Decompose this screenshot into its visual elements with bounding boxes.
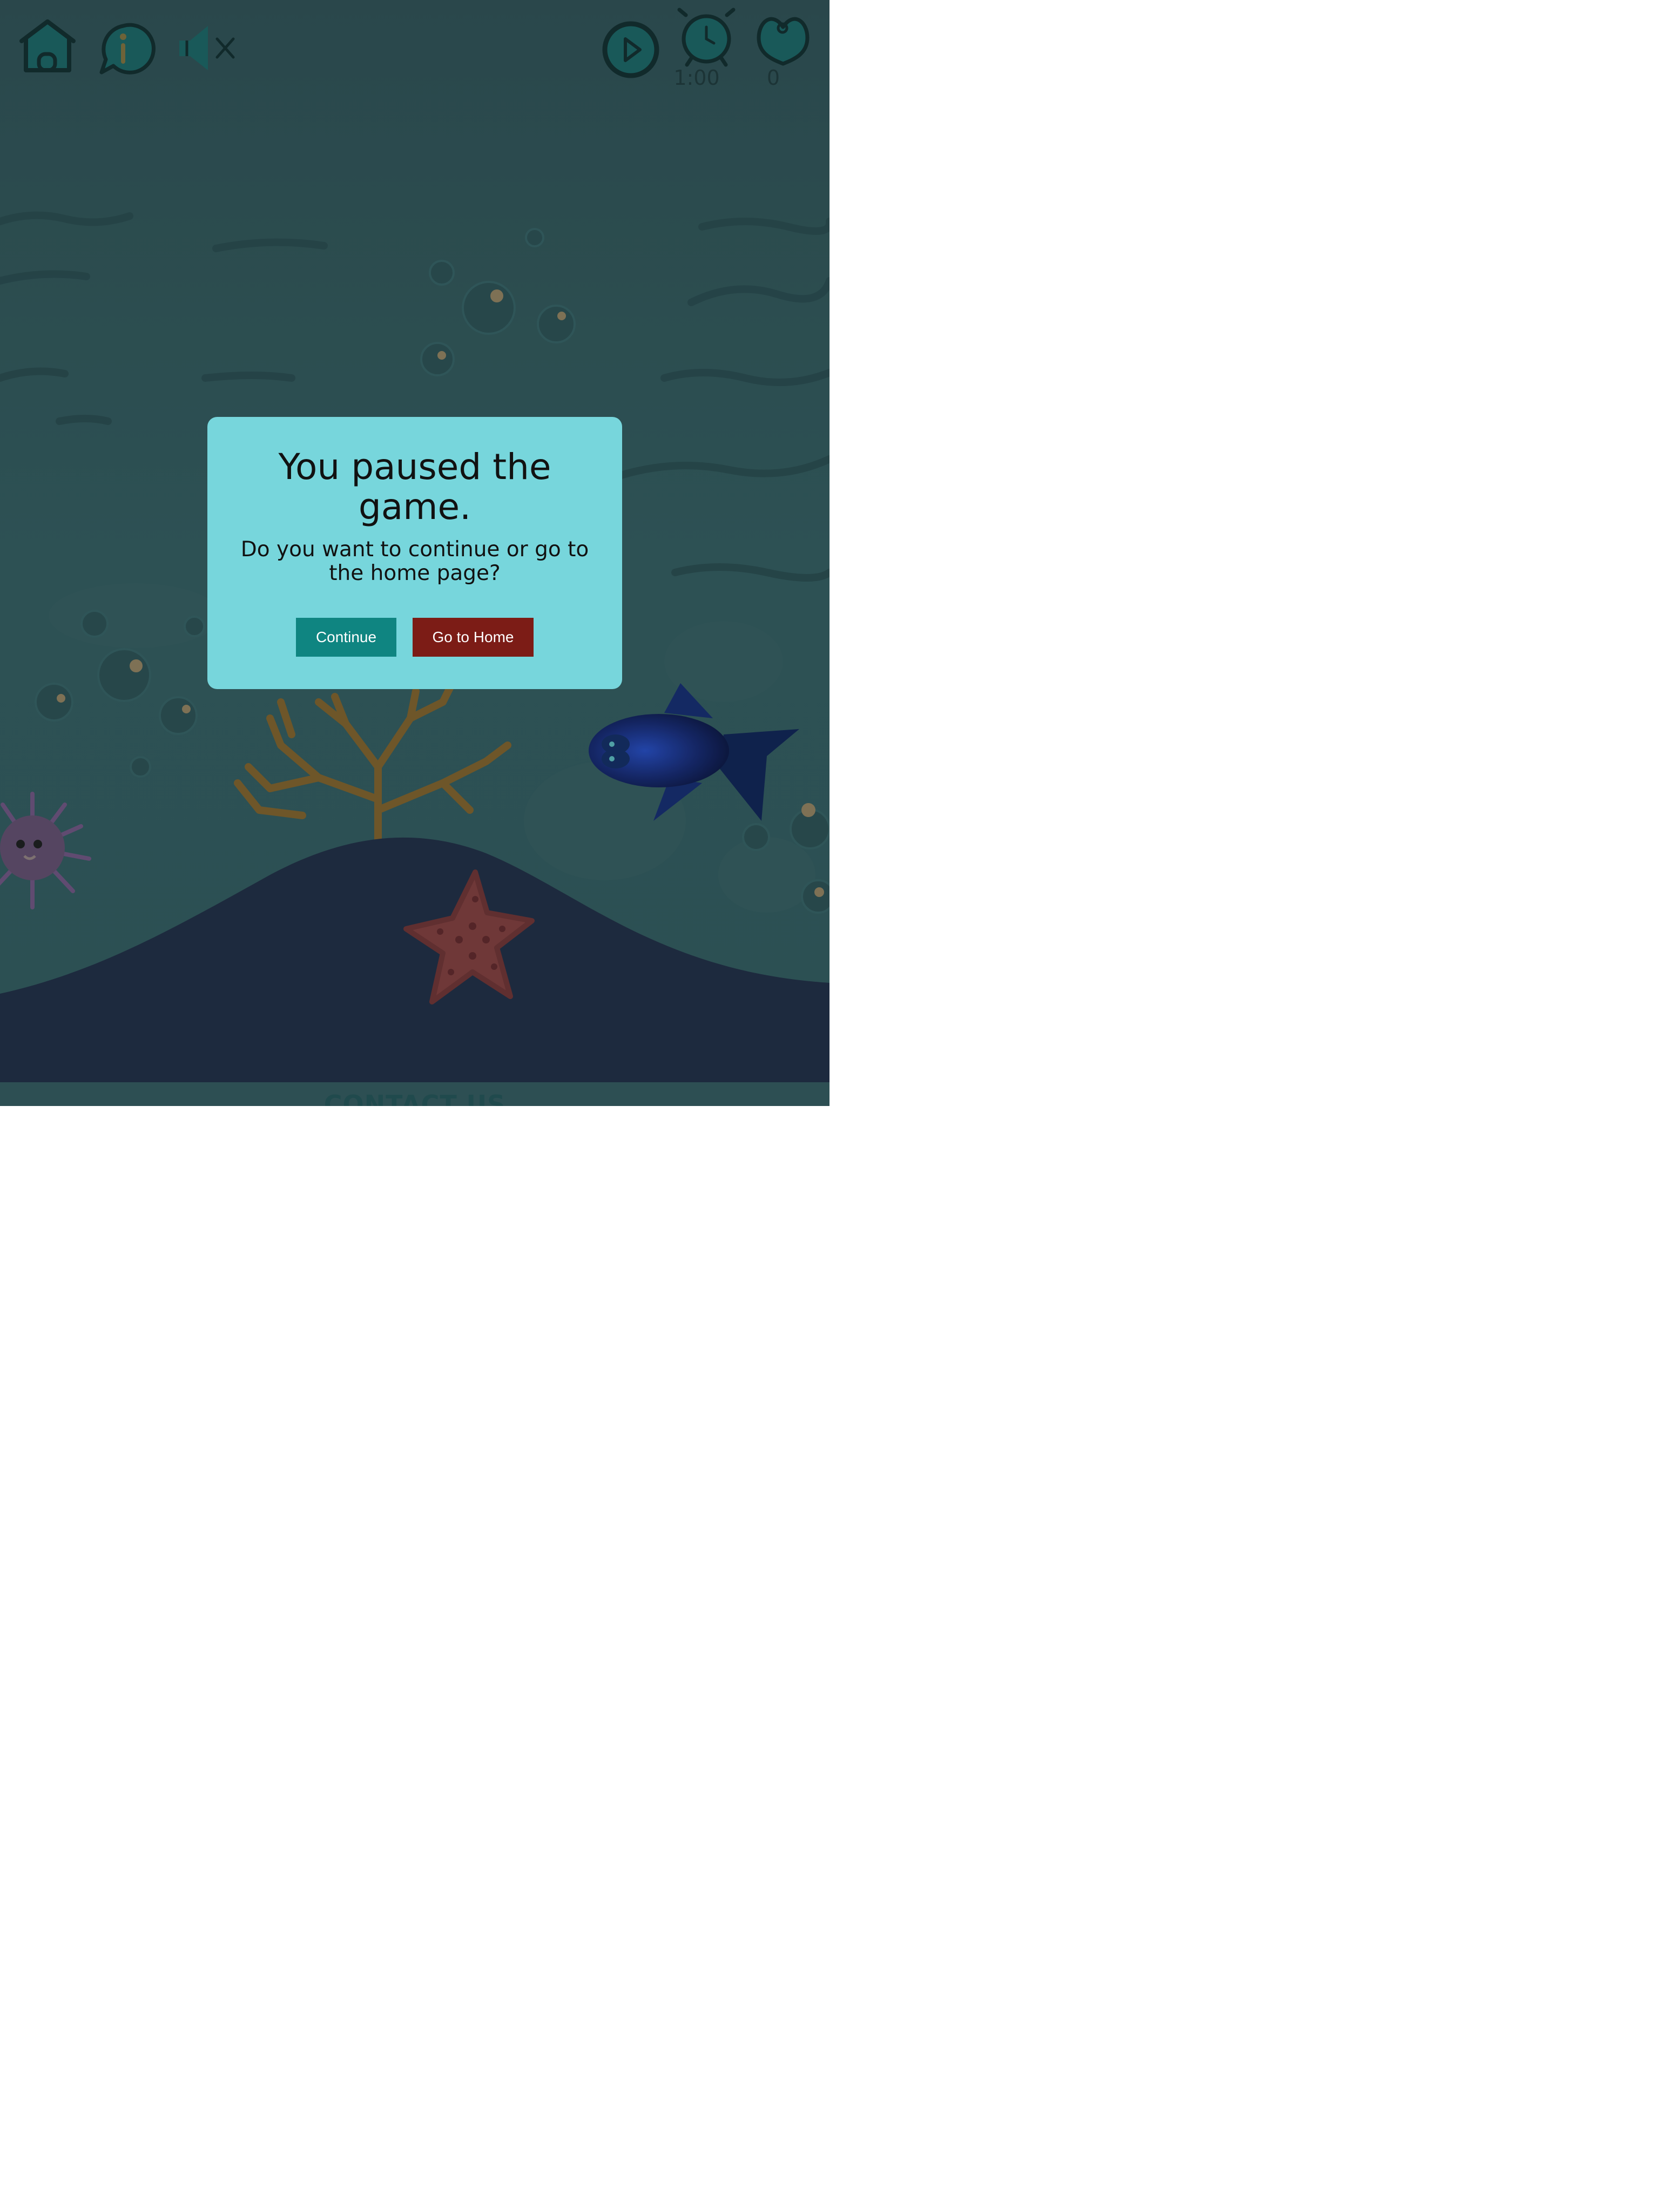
go-to-home-button[interactable]: Go to Home (413, 618, 534, 657)
timer-value: 1:00 (673, 66, 720, 90)
dialog-message: Do you want to continue or go to the hom… (240, 537, 589, 585)
dialog-title: You paused the game. (278, 446, 551, 528)
continue-button[interactable]: Continue (296, 618, 396, 657)
pause-dialog: You paused the game. Do you want to cont… (207, 417, 622, 689)
footer: CONTACT US (0, 1082, 830, 1106)
score-value: 0 (766, 66, 780, 90)
dialog-buttons: Continue Go to Home (207, 618, 622, 657)
contact-us-link[interactable]: CONTACT US (0, 1090, 830, 1106)
game-stage: 1:00 0 CONTACT US You paused the game. D… (0, 0, 830, 1106)
